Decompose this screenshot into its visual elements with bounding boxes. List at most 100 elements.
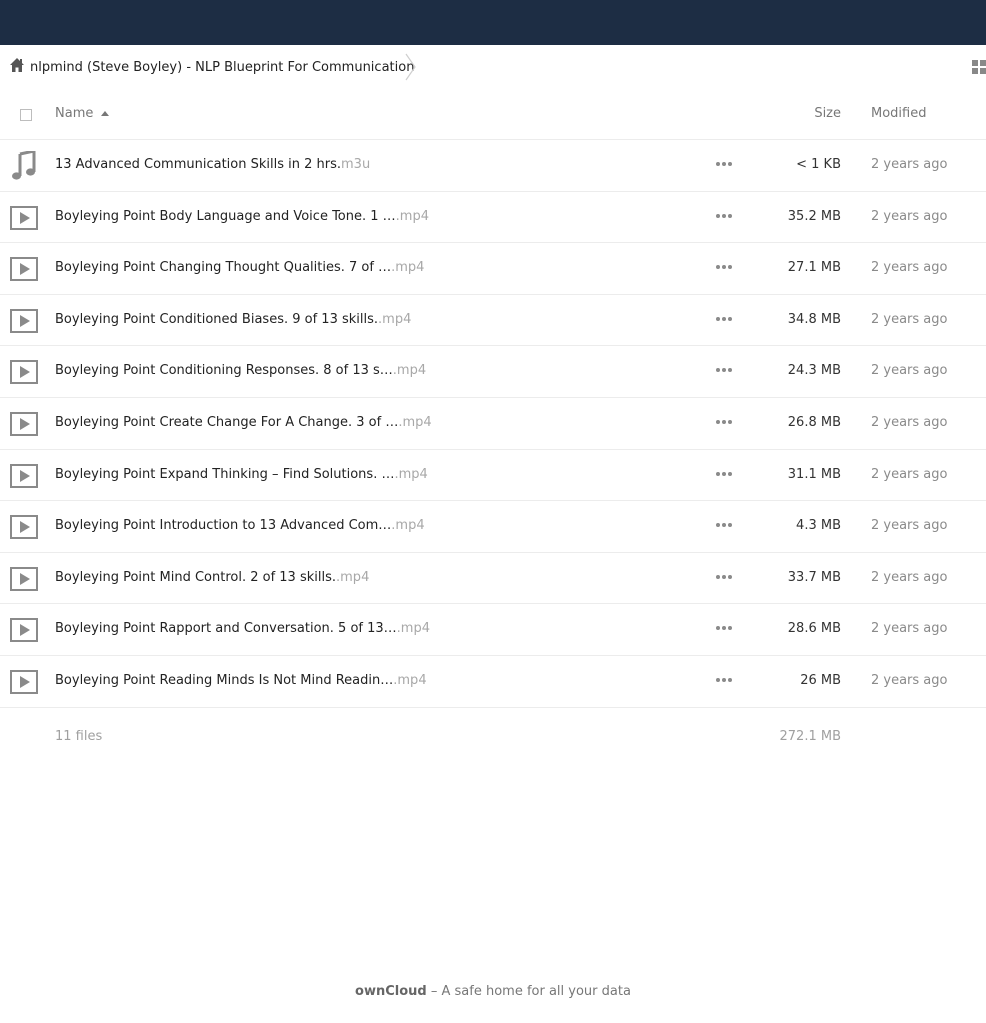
file-size: 26 MB [800,672,841,688]
more-actions-icon[interactable] [716,518,732,532]
file-name: Boyleying Point Create Change For A Chan… [55,414,399,430]
more-actions-icon[interactable] [716,312,732,326]
breadcrumb-folder[interactable]: nlpmind (Steve Boyley) - NLP Blueprint F… [30,45,414,89]
file-modified: 2 years ago [871,208,948,224]
file-extension: m3u [341,157,371,172]
file-name-link[interactable]: Boyleying Point Body Language and Voice … [55,209,429,224]
video-play-icon [10,565,38,593]
controls-bar: nlpmind (Steve Boyley) - NLP Blueprint F… [0,45,986,89]
sort-by-name[interactable]: Name [55,106,110,121]
footer-brand-link[interactable]: ownCloud [355,984,427,999]
select-all-checkbox[interactable] [20,109,32,121]
more-actions-icon[interactable] [716,673,732,687]
file-row[interactable]: Boyleying Point Reading Minds Is Not Min… [0,656,986,708]
file-extension: .mp4 [395,208,429,224]
file-modified: 2 years ago [871,363,948,379]
footer-tagline: – A safe home for all your data [426,984,631,999]
file-name: Boyleying Point Expand Thinking – Find S… [55,466,395,482]
file-row[interactable]: Boyleying Point Create Change For A Chan… [0,398,986,450]
file-size: 27.1 MB [787,260,841,276]
file-name: 13 Advanced Communication Skills in 2 hr… [55,157,342,172]
more-actions-icon[interactable] [716,415,732,429]
file-size: 34.8 MB [787,311,841,327]
video-play-icon [10,255,38,283]
file-row[interactable]: Boyleying Point Expand Thinking – Find S… [0,450,986,502]
file-extension: .mp4 [398,414,432,430]
file-name: Boyleying Point Mind Control. 2 of 13 sk… [55,569,337,585]
grid-view-icon[interactable] [972,60,986,74]
video-play-icon [10,410,38,438]
sort-by-modified[interactable]: Modified [871,106,926,121]
file-extension: .mp4 [396,621,430,637]
file-modified: 2 years ago [871,414,948,430]
total-size: 272.1 MB [779,729,841,744]
sort-ascending-icon [101,111,110,116]
file-extension: .mp4 [378,311,412,327]
file-size: 24.3 MB [787,363,841,379]
file-row[interactable]: Boyleying Point Body Language and Voice … [0,192,986,244]
file-row[interactable]: Boyleying Point Introduction to 13 Advan… [0,501,986,553]
file-row[interactable]: Boyleying Point Changing Thought Qualiti… [0,243,986,295]
file-modified: 2 years ago [871,157,948,172]
video-play-icon [10,513,38,541]
video-play-icon [10,204,38,232]
file-row[interactable]: 13 Advanced Communication Skills in 2 hr… [0,140,986,192]
file-name-link[interactable]: Boyleying Point Reading Minds Is Not Min… [55,673,427,688]
video-play-icon [10,307,38,335]
video-play-icon [10,358,38,386]
file-extension: .mp4 [393,672,427,688]
file-name-link[interactable]: Boyleying Point Conditioned Biases. 9 of… [55,312,411,327]
file-extension: .mp4 [392,363,427,379]
file-name-link[interactable]: Boyleying Point Expand Thinking – Find S… [55,467,428,482]
video-play-icon [10,462,38,490]
file-summary: 11 files 272.1 MB [0,724,986,750]
file-extension: .mp4 [391,518,425,534]
music-note-icon [10,151,38,180]
file-modified: 2 years ago [871,518,948,534]
file-modified: 2 years ago [871,621,948,637]
file-name-link[interactable]: Boyleying Point Rapport and Conversation… [55,621,430,636]
video-play-icon [10,668,38,696]
file-size: 31.1 MB [787,466,841,482]
home-icon [9,57,25,77]
file-modified: 2 years ago [871,466,948,482]
file-name-link[interactable]: Boyleying Point Create Change For A Chan… [55,415,432,430]
file-name: Boyleying Point Conditioning Responses. … [55,363,393,379]
file-row[interactable]: Boyleying Point Conditioning Responses. … [0,346,986,398]
file-size: 4.3 MB [796,518,841,534]
file-size: < 1 KB [796,157,841,172]
more-actions-icon[interactable] [716,467,732,481]
sort-by-size[interactable]: Size [814,106,841,121]
footer: ownCloud – A safe home for all your data [0,984,986,999]
more-actions-icon[interactable] [716,260,732,274]
top-bar [0,0,986,45]
more-actions-icon[interactable] [716,621,732,635]
file-row[interactable]: Boyleying Point Rapport and Conversation… [0,604,986,656]
file-size: 26.8 MB [787,414,841,430]
file-name-link[interactable]: Boyleying Point Introduction to 13 Advan… [55,518,425,533]
file-name-link[interactable]: Boyleying Point Conditioning Responses. … [55,363,426,378]
file-name-link[interactable]: Boyleying Point Changing Thought Qualiti… [55,260,424,275]
file-name: Boyleying Point Changing Thought Qualiti… [55,260,392,276]
file-name: Boyleying Point Rapport and Conversation… [55,621,397,637]
file-modified: 2 years ago [871,672,948,688]
file-name-link[interactable]: 13 Advanced Communication Skills in 2 hr… [55,157,370,172]
column-name-label: Name [55,106,94,121]
file-name: Boyleying Point Conditioned Biases. 9 of… [55,311,379,327]
file-modified: 2 years ago [871,311,948,327]
file-name-link[interactable]: Boyleying Point Mind Control. 2 of 13 sk… [55,570,369,585]
file-extension: .mp4 [391,260,425,276]
file-row[interactable]: Boyleying Point Mind Control. 2 of 13 sk… [0,553,986,605]
file-size: 35.2 MB [787,208,841,224]
file-name: Boyleying Point Body Language and Voice … [55,208,396,224]
file-row[interactable]: Boyleying Point Conditioned Biases. 9 of… [0,295,986,347]
file-modified: 2 years ago [871,260,948,276]
file-size: 28.6 MB [787,621,841,637]
more-actions-icon[interactable] [716,157,732,171]
more-actions-icon[interactable] [716,570,732,584]
video-play-icon [10,616,38,644]
more-actions-icon[interactable] [716,209,732,223]
breadcrumb-home[interactable] [9,45,25,89]
file-extension: .mp4 [336,569,370,585]
more-actions-icon[interactable] [716,363,732,377]
